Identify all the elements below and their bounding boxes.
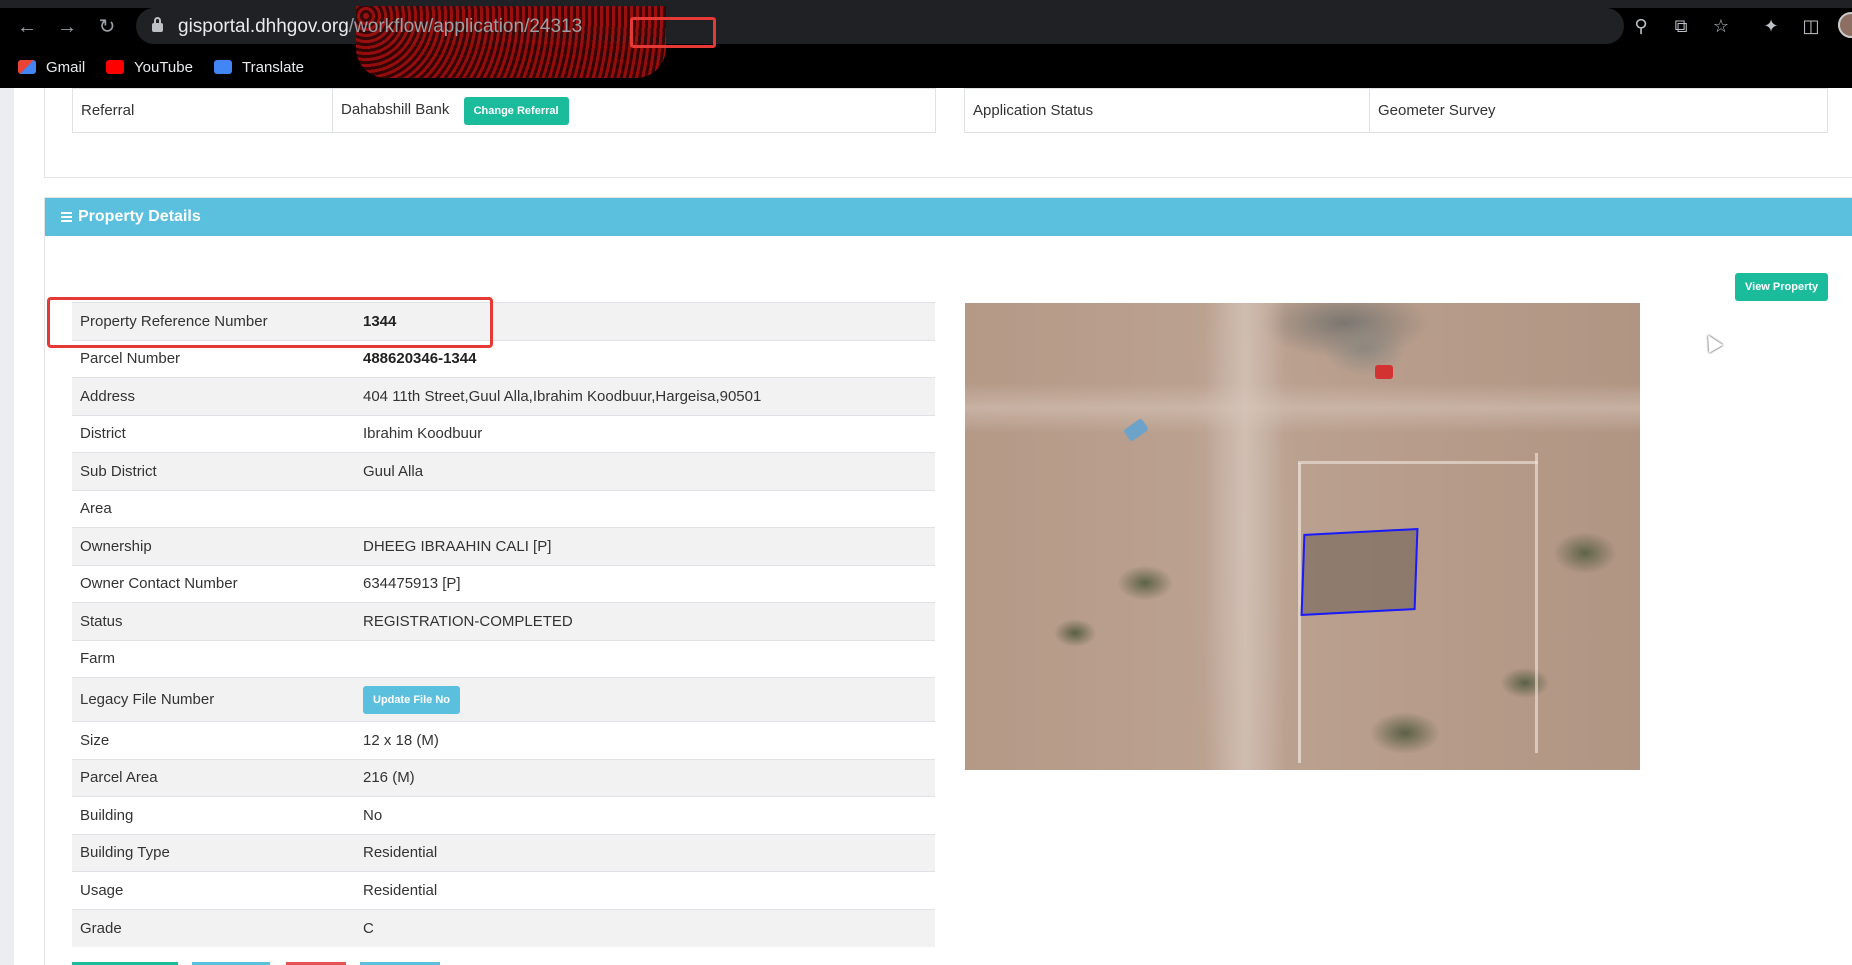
extensions-icon[interactable]: ✦: [1757, 12, 1785, 40]
zoom-icon[interactable]: ⚲: [1627, 12, 1655, 40]
property-row: Grade C: [72, 908, 935, 947]
map-road: [965, 383, 1640, 433]
application-status-table: Application Status Geometer Survey: [964, 88, 1828, 133]
profile-avatar[interactable]: [1838, 12, 1852, 38]
referral-label: Referral: [72, 88, 333, 133]
update-file-no-button[interactable]: Update File No: [363, 685, 461, 714]
property-row: Sub District Guul Alla: [72, 452, 935, 490]
property-row: Parcel Area 216 (M): [72, 758, 935, 797]
bookmark-gmail[interactable]: Gmail: [18, 56, 85, 78]
property-value: 216 (M): [355, 758, 935, 797]
youtube-icon: [106, 60, 124, 74]
property-key: Area: [72, 489, 355, 528]
tab-strip: [0, 0, 1852, 8]
referral-value: Dahabshill Bank: [341, 100, 450, 118]
reload-icon[interactable]: ↻: [92, 12, 122, 42]
property-value: No: [355, 796, 935, 834]
property-value: REGISTRATION-COMPLETED: [355, 602, 935, 640]
referral-table: Referral Dahabshill Bank Change Referral: [72, 88, 936, 133]
map-wall: [1298, 461, 1538, 464]
property-value: DHEEG IBRAAHIN CALI [P]: [355, 527, 935, 565]
bookmark-translate[interactable]: Translate: [214, 56, 304, 78]
property-row: Owner Contact Number 634475913 [P]: [72, 564, 935, 603]
property-details-header: Property Details: [45, 198, 1852, 236]
share-icon[interactable]: ⧉: [1667, 12, 1695, 40]
translate-icon: [214, 60, 232, 74]
property-value: Update File No: [355, 677, 935, 722]
url-text[interactable]: gisportal.dhhgov.org/workflow/applicatio…: [178, 16, 582, 38]
forward-icon[interactable]: →: [52, 12, 82, 42]
bookmark-star-icon[interactable]: ☆: [1707, 12, 1735, 40]
property-value: Ibrahim Koodbuur: [355, 414, 935, 453]
referral-cell: Dahabshill Bank Change Referral: [332, 88, 936, 133]
property-row: Usage Residential: [72, 871, 935, 909]
property-key: Size: [72, 721, 355, 759]
property-value: [355, 639, 935, 678]
side-panel-icon[interactable]: ◫: [1797, 12, 1825, 40]
property-row: Building Type Residential: [72, 833, 935, 872]
property-key: Grade: [72, 908, 355, 947]
property-row: Ownership DHEEG IBRAAHIN CALI [P]: [72, 527, 935, 565]
property-row: Building No: [72, 796, 935, 834]
view-property-wrap: View Property: [1735, 273, 1829, 301]
map-red-object: [1375, 365, 1393, 379]
browser-chrome: ← → ↻ gisportal.dhhgov.org/workflow/appl…: [0, 0, 1852, 88]
property-row: Area: [72, 489, 935, 528]
reference-number-highlight: [47, 297, 493, 348]
property-value-text: 488620346-1344: [363, 350, 477, 368]
property-value: 404 11th Street,Guul Alla,Ibrahim Koodbu…: [355, 377, 935, 415]
property-value: 12 x 18 (M): [355, 721, 935, 759]
property-value: Guul Alla: [355, 452, 935, 490]
property-key: Usage: [72, 871, 355, 909]
map-wall: [1535, 453, 1538, 753]
property-value: [355, 489, 935, 528]
property-key: Legacy File Number: [72, 677, 355, 722]
bookmark-label: Translate: [242, 58, 304, 76]
aerial-parcel-map[interactable]: [965, 303, 1640, 770]
property-key: Owner Contact Number: [72, 564, 355, 603]
property-row: Size 12 x 18 (M): [72, 721, 935, 759]
property-value: Residential: [355, 871, 935, 909]
property-row: District Ibrahim Koodbuur: [72, 414, 935, 453]
property-key: Sub District: [72, 452, 355, 490]
property-value: Residential: [355, 833, 935, 872]
address-bar[interactable]: gisportal.dhhgov.org/workflow/applicatio…: [136, 6, 1624, 78]
sidebar-edge: [0, 88, 14, 965]
property-key: Farm: [72, 639, 355, 678]
application-status-label: Application Status: [964, 88, 1370, 133]
property-value: C: [355, 908, 935, 947]
property-key: Address: [72, 377, 355, 415]
property-key: District: [72, 414, 355, 453]
property-key: Status: [72, 602, 355, 640]
property-key: Building Type: [72, 833, 355, 872]
property-row: Status REGISTRATION-COMPLETED: [72, 602, 935, 640]
property-key: Ownership: [72, 527, 355, 565]
property-key: Parcel Area: [72, 758, 355, 797]
list-icon: [61, 212, 72, 222]
property-row: Farm: [72, 639, 935, 678]
map-road: [1205, 303, 1285, 770]
section-title: Property Details: [78, 208, 201, 225]
property-key: Building: [72, 796, 355, 834]
back-icon[interactable]: ←: [12, 12, 42, 42]
property-value: 634475913 [P]: [355, 564, 935, 603]
bookmark-label: YouTube: [134, 58, 193, 76]
url-path: /workflow/application/24313: [348, 16, 583, 37]
property-row: Legacy File Number Update File No: [72, 677, 935, 722]
url-host: gisportal.dhhgov.org: [178, 16, 349, 37]
url-id-highlight: [630, 17, 716, 48]
lock-icon[interactable]: [152, 17, 163, 32]
change-referral-button[interactable]: Change Referral: [463, 96, 569, 125]
bookmark-youtube[interactable]: YouTube: [106, 56, 193, 78]
parcel-outline: [1300, 527, 1419, 617]
view-property-button[interactable]: View Property: [1735, 273, 1829, 301]
gmail-icon: [18, 60, 36, 74]
application-status-value: Geometer Survey: [1369, 88, 1828, 133]
bookmark-label: Gmail: [46, 58, 86, 76]
bookmarks-bar: Gmail YouTube Translate: [0, 52, 1852, 80]
property-details-table: Property Reference Number 1344 Parcel Numb…: [72, 302, 935, 947]
property-row: Address 404 11th Street,Guul Alla,Ibrahim…: [72, 377, 935, 415]
